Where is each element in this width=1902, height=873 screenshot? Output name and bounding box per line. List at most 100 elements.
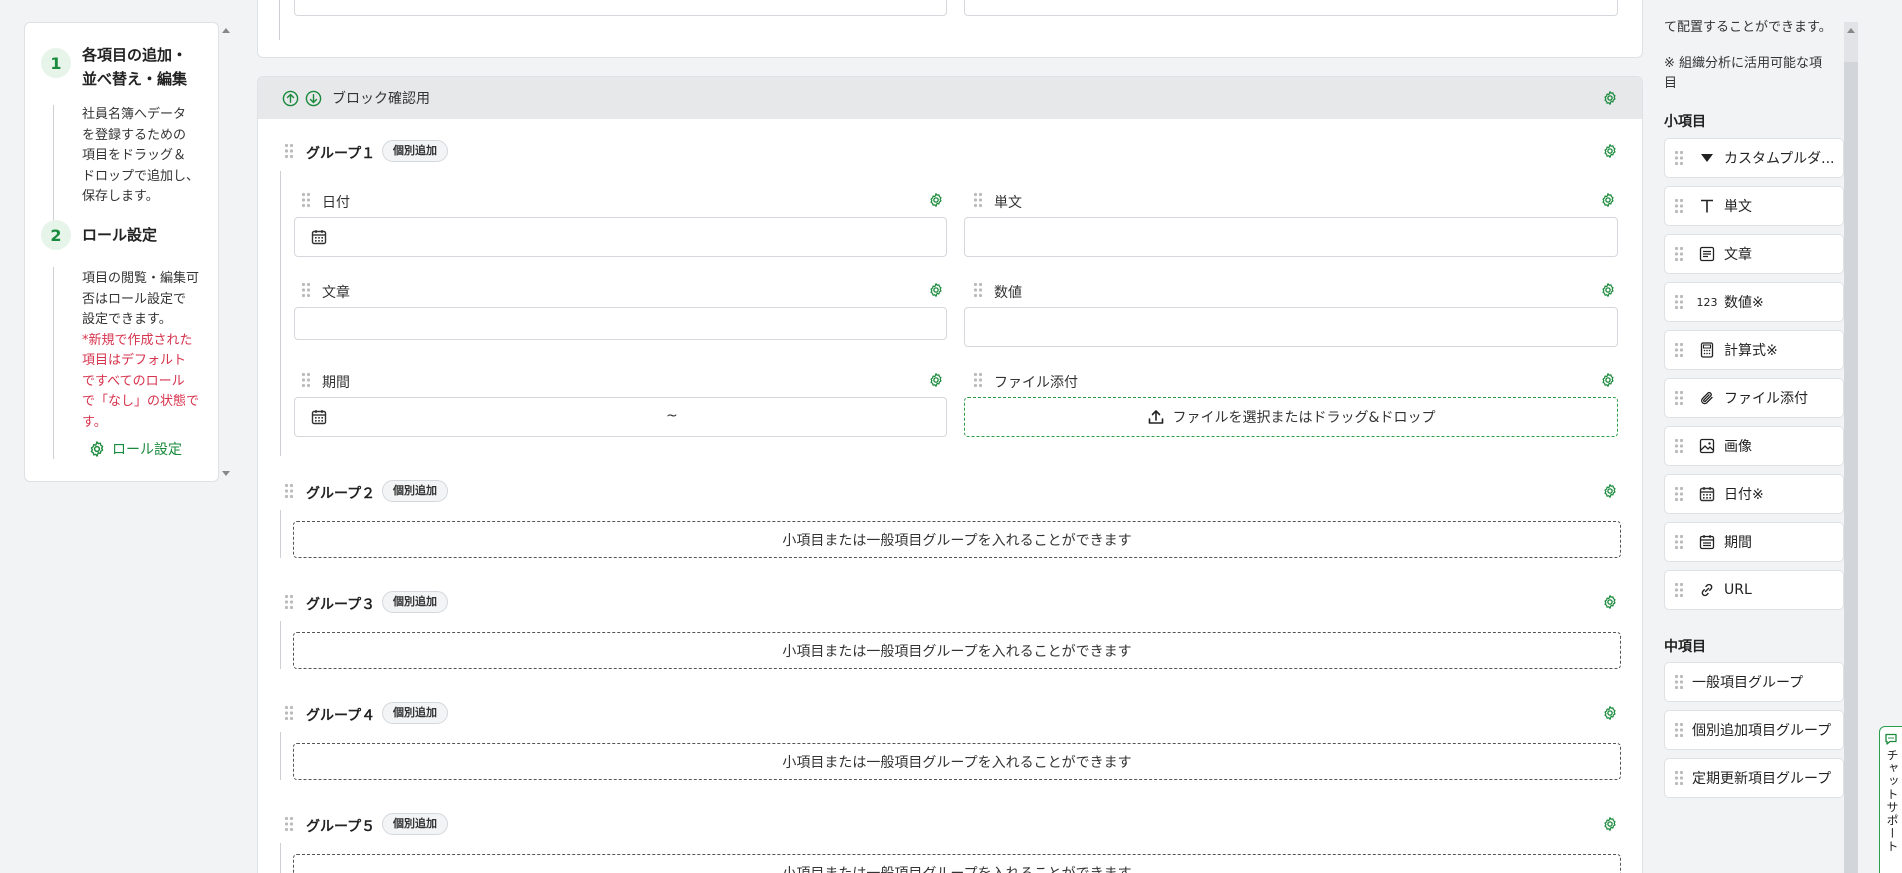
palette-note-top: て配置することができます。	[1664, 20, 1832, 35]
drag-handle-icon[interactable]	[1674, 294, 1684, 310]
drag-handle-icon[interactable]	[1674, 390, 1684, 406]
calendar-icon[interactable]	[311, 229, 327, 245]
drag-handle-icon[interactable]	[1674, 674, 1684, 690]
right-scrollbar[interactable]	[1844, 22, 1858, 873]
gear-icon[interactable]	[1602, 705, 1618, 721]
short-text-input[interactable]	[964, 217, 1618, 257]
palette-item-label: 文章	[1724, 247, 1752, 263]
file-upload-zone[interactable]: ファイルを選択またはドラッグ&ドロップ	[964, 397, 1618, 437]
group-4-dropzone[interactable]: 小項目または一般項目グループを入れることができます	[293, 743, 1621, 780]
scroll-up-icon[interactable]	[222, 28, 230, 33]
group-3-dropzone[interactable]: 小項目または一般項目グループを入れることができます	[293, 632, 1621, 669]
group-1-label: グループ１	[306, 146, 376, 162]
drag-handle-icon[interactable]	[1674, 246, 1684, 262]
gear-icon[interactable]	[1602, 594, 1618, 610]
drag-handle-icon[interactable]	[973, 192, 983, 208]
palette-item-label: ファイル添付	[1724, 391, 1808, 407]
palette-item-date[interactable]: 日付※	[1664, 474, 1844, 514]
drag-handle-icon[interactable]	[1674, 722, 1684, 738]
drag-handle-icon[interactable]	[973, 282, 983, 298]
calendar-icon[interactable]	[311, 409, 327, 425]
step-1-title-line2: 並べ替え・編集	[82, 70, 188, 88]
scroll-up-icon[interactable]	[1847, 28, 1855, 33]
chat-support-tab[interactable]: チャットサポート	[1879, 726, 1902, 873]
move-up-icon[interactable]	[282, 90, 299, 107]
gear-icon[interactable]	[928, 282, 944, 298]
drag-handle-icon[interactable]	[301, 372, 311, 388]
gear-icon[interactable]	[928, 372, 944, 388]
palette-item-number[interactable]: 123 数値※	[1664, 282, 1844, 322]
group-1-line	[280, 171, 281, 456]
role-settings-label: ロール設定	[112, 442, 182, 458]
palette-item-label: 数値※	[1724, 295, 1764, 311]
drag-handle-icon[interactable]	[284, 705, 294, 721]
gear-icon[interactable]	[1602, 816, 1618, 832]
gear-icon[interactable]	[1600, 372, 1616, 388]
drag-handle-icon[interactable]	[284, 816, 294, 832]
step-1-divider	[53, 105, 54, 227]
palette-item-general-group[interactable]: 一般項目グループ	[1664, 662, 1844, 702]
paperclip-icon	[1698, 389, 1716, 407]
medium-items-title: 中項目	[1664, 639, 1706, 655]
palette-item-long-text[interactable]: 文章	[1664, 234, 1844, 274]
palette-item-individual-group[interactable]: 個別追加項目グループ	[1664, 710, 1844, 750]
palette-item-custom-pulldown[interactable]: カスタムプルダ...	[1664, 138, 1844, 178]
period-separator: ~	[666, 408, 678, 424]
gear-icon[interactable]	[1600, 192, 1616, 208]
palette-item-periodic-group[interactable]: 定期更新項目グループ	[1664, 758, 1844, 798]
left-scrollbar[interactable]	[221, 22, 231, 482]
block-header: ブロック確認用	[258, 77, 1642, 119]
right-scrollbar-thumb[interactable]	[1844, 62, 1858, 873]
drag-handle-icon[interactable]	[284, 483, 294, 499]
chat-bubble-icon	[1885, 733, 1897, 745]
date-input[interactable]	[294, 217, 947, 257]
drag-handle-icon[interactable]	[1674, 582, 1684, 598]
drag-handle-icon[interactable]	[1674, 534, 1684, 550]
palette-item-period[interactable]: 期間	[1664, 522, 1844, 562]
gear-icon[interactable]	[1602, 483, 1618, 499]
long-text-field-label: 文章	[322, 285, 350, 301]
drag-handle-icon[interactable]	[284, 594, 294, 610]
gear-icon[interactable]	[1602, 143, 1618, 159]
step-2-body: 項目の閲覧・編集可 否はロール設定で 設定できます。 *新規で作成された 項目は…	[82, 271, 200, 430]
period-input[interactable]: ~	[294, 397, 947, 437]
number-input[interactable]	[964, 307, 1618, 347]
drag-handle-icon[interactable]	[1674, 342, 1684, 358]
gear-icon[interactable]	[1602, 90, 1618, 106]
palette-item-short-text[interactable]: 単文	[1664, 186, 1844, 226]
chat-support-label: チャットサポート	[1885, 749, 1899, 853]
step-1-title-line1: 各項目の追加・	[82, 46, 188, 64]
long-text-input[interactable]	[294, 307, 947, 340]
drag-handle-icon[interactable]	[1674, 150, 1684, 166]
drag-handle-icon[interactable]	[301, 282, 311, 298]
palette-item-url[interactable]: URL	[1664, 570, 1844, 610]
palette-item-image[interactable]: 画像	[1664, 426, 1844, 466]
group-4-label: グループ４	[306, 708, 376, 724]
drag-handle-icon[interactable]	[284, 143, 294, 159]
drag-handle-icon[interactable]	[1674, 198, 1684, 214]
move-down-icon[interactable]	[305, 90, 322, 107]
palette-item-file[interactable]: ファイル添付	[1664, 378, 1844, 418]
group-2-dropzone[interactable]: 小項目または一般項目グループを入れることができます	[293, 521, 1621, 558]
block-title: ブロック確認用	[332, 91, 430, 107]
palette-item-label: 期間	[1724, 535, 1752, 551]
role-settings-link[interactable]: ロール設定	[88, 439, 182, 459]
group-2-label: グループ２	[306, 486, 376, 502]
palette-item-formula[interactable]: 計算式※	[1664, 330, 1844, 370]
top-field-right[interactable]	[964, 0, 1618, 16]
step-2-divider	[53, 267, 54, 459]
scroll-down-icon[interactable]	[222, 471, 230, 476]
step-2-title: ロール設定	[82, 226, 158, 244]
drag-handle-icon[interactable]	[1674, 438, 1684, 454]
file-upload-label: ファイルを選択またはドラッグ&ドロップ	[1172, 410, 1436, 426]
gear-icon[interactable]	[928, 192, 944, 208]
drag-handle-icon[interactable]	[1674, 486, 1684, 502]
drag-handle-icon[interactable]	[973, 372, 983, 388]
drag-handle-icon[interactable]	[301, 192, 311, 208]
top-field-left[interactable]	[294, 0, 947, 16]
gear-icon[interactable]	[1600, 282, 1616, 298]
drag-handle-icon[interactable]	[1674, 770, 1684, 786]
group-5-dropzone[interactable]: 小項目または一般項目グループを入れることができます	[293, 854, 1621, 873]
image-icon	[1698, 437, 1716, 455]
calendar-icon	[1698, 485, 1716, 503]
